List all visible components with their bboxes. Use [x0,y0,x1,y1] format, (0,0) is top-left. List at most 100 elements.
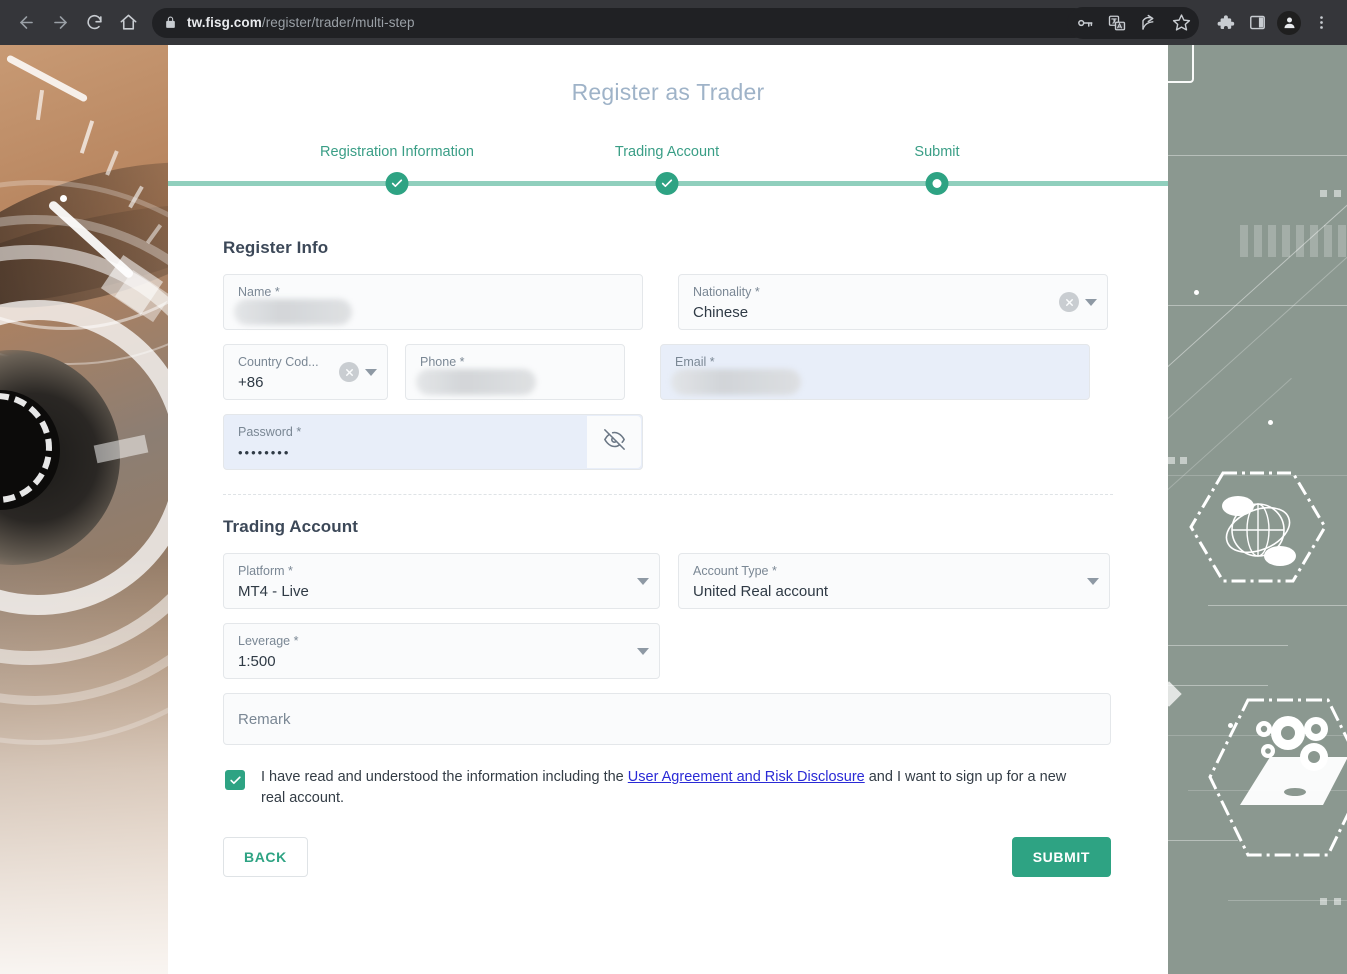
main-content: Register as Trader Registration Informat… [168,45,1168,974]
phone-field-label: Phone * [420,355,465,369]
nationality-field-label: Nationality * [693,285,760,299]
phone-field-redacted-value [416,369,536,395]
email-field-label: Email * [675,355,715,369]
profile-avatar-icon[interactable] [1273,7,1305,39]
url-text: tw.fisg.com/register/trader/multi-step [187,15,415,30]
chevron-down-icon[interactable] [365,368,377,376]
section-divider [223,494,1113,495]
eye-artwork [0,45,168,974]
name-field-label: Name * [238,285,280,299]
country-code-field[interactable]: Country Cod... +86 [223,344,388,400]
email-field[interactable]: Email * [660,344,1090,400]
clear-icon[interactable] [339,362,359,382]
form-row-name-nationality: Name * Nationality * Chinese [223,274,1113,330]
address-bar[interactable]: tw.fisg.com/register/trader/multi-step [152,7,1089,38]
account-type-field-adornments [1087,554,1099,608]
step-node-registration-information[interactable] [385,172,409,195]
bookmark-star-icon[interactable] [1165,7,1197,39]
back-arrow-icon[interactable] [10,7,42,39]
section-title-register-info: Register Info [223,238,329,257]
leverage-field-label: Leverage * [238,634,299,648]
toolbar-actions [1067,6,1337,39]
check-icon [391,179,403,188]
form-row-phone-email: Country Cod... +86 Phone * Email * [223,344,1113,400]
platform-field-value: MT4 - Live [238,583,309,600]
agreement-checkbox[interactable] [225,770,245,790]
step-node-trading-account[interactable] [655,172,679,195]
back-button[interactable]: BACK [223,837,308,877]
form-row-platform-account-type: Platform * MT4 - Live Account Type * Uni… [223,553,1113,609]
password-field-value: •••••••• [238,445,291,460]
url-host: tw.fisg.com [187,15,262,30]
left-decorative-image [0,45,168,974]
platform-field-adornments [637,554,649,608]
agreement-row: I have read and understood the informati… [223,767,1113,809]
nationality-field[interactable]: Nationality * Chinese [678,274,1108,330]
password-field[interactable]: Password * •••••••• [223,414,643,470]
lock-icon [164,16,177,29]
globe-hexagon-icon [1188,470,1328,585]
clear-icon[interactable] [1059,292,1079,312]
password-field-label: Password * [238,425,302,439]
form-actions: BACK SUBMIT [223,837,1111,877]
name-field-redacted-value [234,299,352,325]
registration-stepper: Registration Information Trading Account… [168,144,1168,204]
step-label-submit[interactable]: Submit [914,144,959,160]
leverage-field-adornments [637,624,649,678]
chevron-down-icon[interactable] [637,647,649,655]
section-title-trading-account: Trading Account [223,517,358,536]
step-node-submit[interactable] [925,172,949,195]
side-panel-icon[interactable] [1241,7,1273,39]
three-dot-menu-icon[interactable] [1305,7,1337,39]
chevron-down-icon[interactable] [1087,577,1099,585]
nationality-field-value: Chinese [693,304,749,321]
stepper-labels: Registration Information Trading Account… [168,144,1168,166]
user-agreement-link[interactable]: User Agreement and Risk Disclosure [628,769,865,785]
gears-tablet-hexagon-icon [1198,695,1347,860]
password-key-icon[interactable] [1069,7,1101,39]
check-icon [661,179,673,188]
submit-button[interactable]: SUBMIT [1011,837,1111,877]
extensions-puzzle-icon[interactable] [1209,7,1241,39]
name-field[interactable]: Name * [223,274,643,330]
nationality-field-adornments [1059,275,1097,329]
platform-field-label: Platform * [238,564,293,578]
browser-toolbar: tw.fisg.com/register/trader/multi-step [0,0,1347,45]
home-icon[interactable] [112,7,144,39]
page-body: Register as Trader Registration Informat… [0,45,1347,974]
url-path: /register/trader/multi-step [261,15,415,30]
country-code-field-adornments [339,345,377,399]
leverage-field[interactable]: Leverage * 1:500 [223,623,660,679]
account-type-field-label: Account Type * [693,564,777,578]
check-icon [229,775,241,784]
reload-icon[interactable] [78,7,110,39]
page-title: Register as Trader [571,79,765,105]
share-icon[interactable] [1133,7,1165,39]
agreement-text-before: I have read and understood the informati… [261,769,628,785]
tablet-icon [1168,45,1194,83]
form-row-password: Password * •••••••• [223,414,1113,470]
account-type-field-value: United Real account [693,583,829,600]
eye-off-icon [603,429,625,455]
phone-field[interactable]: Phone * [405,344,625,400]
remark-input[interactable]: Remark [223,693,1111,745]
email-field-redacted-value [671,369,801,395]
current-step-indicator [932,179,942,188]
forward-arrow-icon[interactable] [44,7,76,39]
avatar [1277,10,1301,35]
omnibox-icon-group [1067,6,1199,39]
platform-field[interactable]: Platform * MT4 - Live [223,553,660,609]
password-visibility-toggle[interactable] [587,416,641,468]
registration-form: Register Info Name * Nationality * Chine… [168,238,1168,877]
translate-icon[interactable] [1101,7,1133,39]
account-type-field[interactable]: Account Type * United Real account [678,553,1110,609]
agreement-text: I have read and understood the informati… [261,767,1081,809]
right-decorative-image [1168,45,1347,974]
leverage-field-value: 1:500 [238,653,276,670]
form-row-leverage: Leverage * 1:500 [223,623,1113,679]
chevron-down-icon[interactable] [637,577,649,585]
remark-placeholder: Remark [238,710,291,728]
step-label-registration-information[interactable]: Registration Information [320,144,474,160]
step-label-trading-account[interactable]: Trading Account [615,144,719,160]
chevron-down-icon[interactable] [1085,298,1097,306]
